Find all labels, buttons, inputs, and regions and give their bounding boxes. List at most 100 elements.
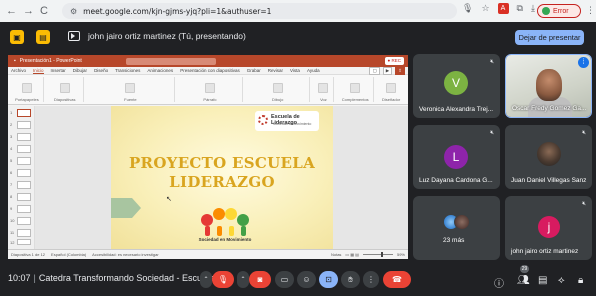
ribbon-tab: Grabar	[246, 68, 261, 73]
logo-subtitle: Sociedad en Movimiento	[273, 122, 312, 126]
tile-layout-icon[interactable]: ▤	[36, 30, 50, 44]
ribbon-tab: Revisar	[267, 68, 284, 73]
slide-count: Diapositiva 1 de 12	[11, 252, 46, 257]
extension-icon[interactable]: A	[497, 3, 509, 14]
participant-count-badge: 29	[520, 265, 529, 273]
zoom-slider	[362, 252, 393, 257]
activities-icon[interactable]: ⟡	[558, 275, 565, 286]
ribbon-group: Diapositivas	[47, 77, 84, 102]
more-count: 23 más	[443, 237, 465, 244]
participant-tile[interactable]: 🔇︎ V Veronica Alexandra Trej...	[413, 54, 500, 118]
avatar	[537, 142, 561, 166]
avatar: V	[444, 71, 468, 95]
logo-bar-icon	[217, 226, 222, 236]
logo-bar-icon	[241, 226, 246, 236]
zoom-level: 59%	[396, 252, 405, 257]
meet-top-bar: ▣ ▤ john jairo ortiz martinez (Tú, prese…	[0, 22, 596, 52]
clock: 10:07	[8, 273, 31, 283]
host-controls-icon[interactable]: 🔒︎	[578, 275, 583, 286]
slide-title: PROYECTO ESCUELA LIDERAZGO	[111, 154, 333, 192]
chat-icon[interactable]: ▤	[538, 275, 547, 286]
addins-icon	[350, 83, 361, 93]
download-icon[interactable]: ⤓	[531, 3, 535, 14]
ribbon-tab: Vista	[290, 68, 300, 73]
record-button: ● REC	[384, 57, 404, 65]
slide-thumbnails: 1 2 3 4 5 6 7 8 9 10 11 12	[8, 106, 35, 249]
logo-dot-icon	[225, 208, 237, 220]
ribbon-tab: Diseño	[94, 68, 109, 73]
slide-thumbnail	[17, 157, 31, 165]
speaking-indicator-icon: ⁞	[578, 57, 589, 68]
ribbon-group: Dibujo	[246, 77, 311, 102]
profile-error-button[interactable]: Error	[537, 4, 581, 18]
participant-name: Veronica Alexandra Trej...	[419, 106, 494, 113]
participant-name: Juan Daniel Villegas Sanz	[511, 177, 587, 184]
stop-presenting-button[interactable]: Dejar de presentar	[515, 30, 584, 45]
meeting-details-icon[interactable]: ⓘ	[494, 275, 504, 290]
address-bar[interactable]: ⚙ meet.google.com/kjn-gjms-yjq?pli=1&aut…	[62, 3, 457, 19]
back-button[interactable]: ←	[6, 5, 17, 17]
participant-tile[interactable]: 🔇︎ L Luz Dayana Cardona G...	[413, 125, 500, 189]
camera-options-chevron-icon[interactable]: ⌃	[237, 271, 249, 288]
participant-tile-speaking[interactable]: ⁞ Oscar Fredy Gomez Ga...	[505, 54, 592, 118]
site-settings-icon[interactable]: ⚙	[70, 7, 77, 16]
camera-off-button[interactable]: ◙	[249, 271, 271, 288]
comments-button: ▢	[369, 66, 380, 75]
zoom-controls: Notas ▭ ▦ ▤ 59%	[331, 252, 408, 257]
browser-menu-icon[interactable]: ⋮	[586, 5, 595, 16]
paste-icon	[21, 83, 32, 93]
ribbon-tab-active: Inicio	[33, 67, 44, 74]
more-options-button[interactable]: ⋮	[363, 271, 379, 288]
raise-hand-button[interactable]: ✋︎	[341, 271, 360, 288]
ribbon-tab: Presentación con diapositivas	[180, 68, 240, 73]
nav-buttons: ← → C	[0, 5, 60, 17]
forward-button[interactable]: →	[23, 5, 34, 17]
logo-dot-icon	[237, 214, 249, 226]
current-slide: Escuela de Liderazgo Sociedad en Movimie…	[111, 106, 333, 249]
participant-tile[interactable]: 🔇︎ Juan Daniel Villegas Sanz	[505, 125, 592, 189]
more-participants-tile[interactable]: 23 más	[413, 196, 500, 260]
captions-button[interactable]: ▭	[275, 271, 294, 288]
emoji-button[interactable]: ☺	[297, 271, 316, 288]
save-icon: ▪	[14, 58, 16, 64]
dictate-icon	[318, 83, 329, 93]
slide-canvas: Escuela de Liderazgo Sociedad en Movimie…	[35, 106, 408, 249]
slide-thumbnail	[17, 109, 31, 117]
escuela-logo: Escuela de Liderazgo Sociedad en Movimie…	[255, 111, 319, 131]
slide-thumbnail	[17, 217, 31, 225]
present-now-button[interactable]: ⊡	[319, 271, 338, 288]
language: Español (Colombia)	[51, 252, 87, 257]
presenting-icon	[68, 31, 80, 41]
people-icon[interactable]: 👥︎	[517, 275, 530, 286]
meeting-title: Catedra Transformando Sociedad - Escuela…	[38, 273, 222, 283]
mic-off-icon: 🔇︎	[490, 59, 494, 65]
mic-icon[interactable]: 🎙	[462, 3, 473, 14]
ribbon-tab: Dibujar	[72, 68, 88, 73]
extension-area: 🎙 ☆ A ⧉ ⤓	[462, 3, 535, 14]
accessibility-status: Accesibilidad: es necesario investigar	[92, 252, 159, 257]
leave-call-button[interactable]: ☎	[383, 271, 411, 288]
share-button: ⇪	[395, 66, 405, 75]
sociedad-logo: Sociedad en Movimiento	[199, 204, 251, 244]
error-label: Error	[553, 7, 569, 15]
slide-thumbnail	[17, 229, 31, 237]
participant-tile-self[interactable]: 🔇︎ j john jairo ortiz martinez	[505, 196, 592, 260]
slide-thumbnail	[17, 121, 31, 129]
ribbon-group: Portapapeles	[11, 77, 44, 102]
reload-button[interactable]: C	[40, 5, 48, 17]
mic-options-chevron-icon[interactable]: ⌃	[200, 271, 212, 288]
puzzle-icon[interactable]: ⧉	[517, 3, 523, 14]
pip-icon[interactable]: ▣	[10, 30, 24, 44]
mic-off-icon: 🔇︎	[582, 130, 586, 136]
avatar	[454, 214, 470, 230]
logo-bar-icon	[205, 226, 210, 236]
presenting-status: john jairo ortiz martinez (Tú, presentan…	[88, 31, 246, 41]
ribbon-tab: Transiciones	[115, 68, 141, 73]
font-icon	[125, 83, 136, 93]
mic-off-button[interactable]: 🎙︎	[212, 271, 234, 288]
star-icon[interactable]: ☆	[481, 3, 489, 14]
dotted-circle-logo-icon	[258, 115, 268, 125]
logo-caption: Sociedad en Movimiento	[198, 237, 252, 242]
designer-icon	[386, 83, 397, 93]
mic-off-icon: 🔇︎	[490, 130, 494, 136]
